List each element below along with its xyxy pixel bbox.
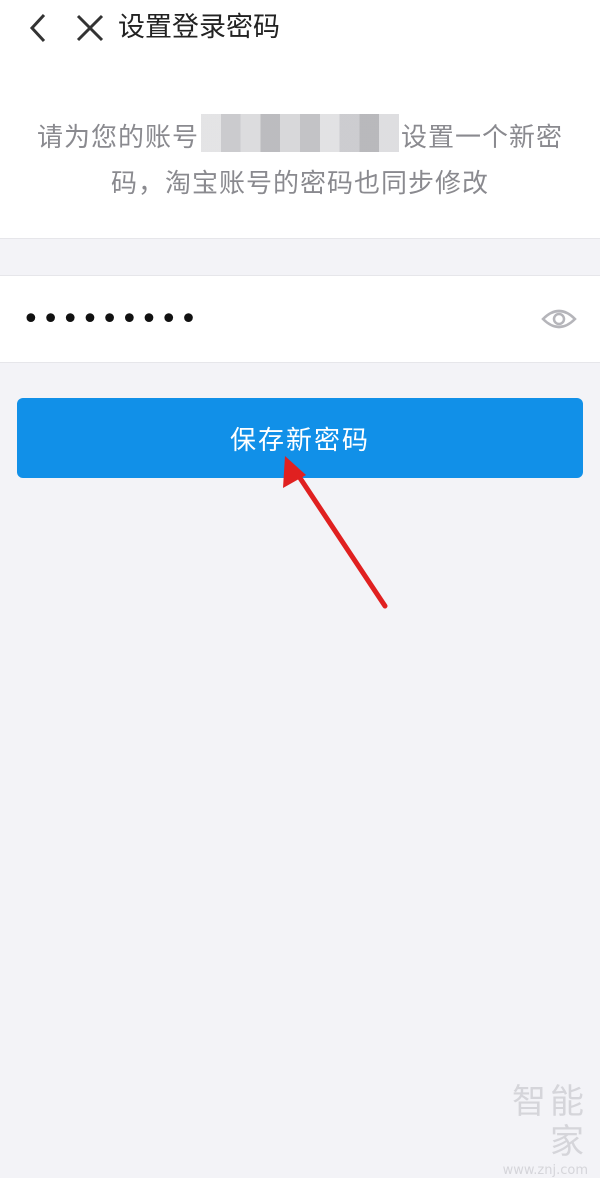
watermark-url: www.znj.com [502,1163,588,1178]
close-button[interactable] [70,8,110,48]
password-row [0,275,600,363]
annotation-arrow-shaft [297,475,388,609]
notice-text-before: 请为您的账号 [36,123,199,153]
password-input[interactable] [22,276,512,362]
watermark-logo: 智能家 [512,1082,588,1162]
watermark: 智能家 www.znj.com [478,1082,588,1178]
page-title: 设置登录密码 [118,12,280,43]
masked-account-number [201,114,399,152]
notice-section: 请为您的账号 设置一个新密码，淘宝账号的密码也同步修改 [0,62,600,239]
top-bar: 设置登录密码 [0,0,600,62]
back-arrow-icon [29,13,46,43]
notice-text: 请为您的账号 设置一个新密码，淘宝账号的密码也同步修改 [30,114,570,207]
eye-icon [541,309,577,329]
close-icon [76,14,104,42]
toggle-visibility-button[interactable] [540,300,578,338]
save-new-password-button[interactable]: 保存新密码 [17,398,583,478]
back-button[interactable] [18,8,58,48]
